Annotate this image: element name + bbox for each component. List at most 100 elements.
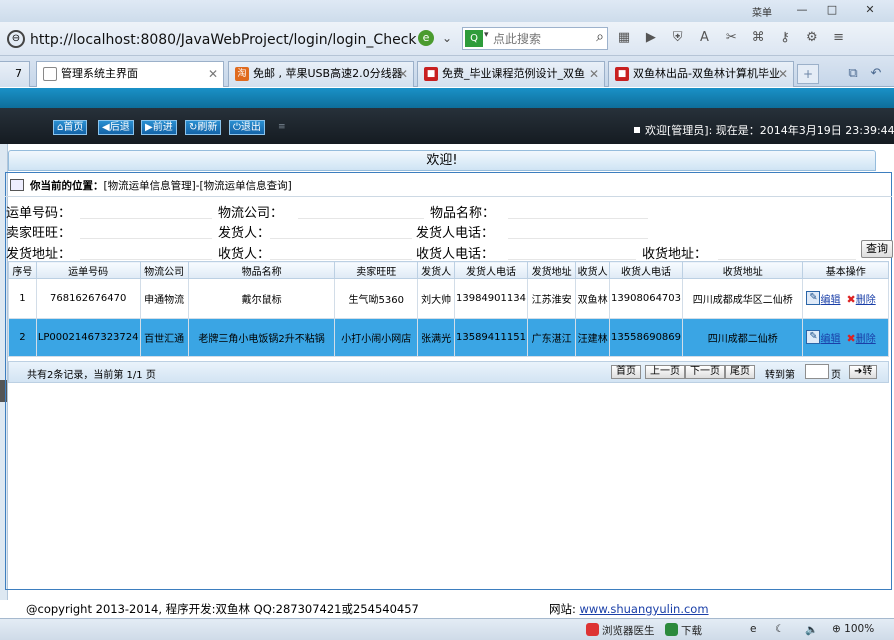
shield-icon[interactable]: ⛨	[668, 28, 688, 48]
menu-label[interactable]: 菜单	[752, 4, 772, 19]
cell-sender: 刘大帅	[417, 278, 455, 319]
close-tab-icon[interactable]: ✕	[589, 62, 599, 86]
home-button[interactable]: ⌂首页	[53, 120, 88, 135]
edit-icon[interactable]: ✎	[806, 291, 821, 305]
speaker-icon[interactable]: 🔈	[805, 623, 818, 636]
url-field[interactable]: http://localhost:8080/JavaWebProject/log…	[30, 29, 455, 51]
apps-icon[interactable]: ▦	[614, 28, 634, 48]
welcome-tab[interactable]: 欢迎!	[8, 150, 876, 171]
forward-button[interactable]: ▶前进	[141, 120, 177, 135]
back-button[interactable]: ◀后退	[98, 120, 134, 135]
doctor-icon	[586, 623, 599, 636]
url-dropdown-icon[interactable]: ⌄	[438, 28, 456, 48]
tab-label: 免费_毕业课程范例设计_双鱼	[442, 67, 585, 80]
tab-0[interactable]: 7	[0, 61, 30, 87]
security-icon: ⊖	[7, 30, 25, 48]
moon-icon[interactable]: ☾	[775, 623, 784, 635]
delete-icon[interactable]: ✖	[846, 332, 855, 345]
receiver-phone-input[interactable]	[508, 244, 636, 260]
media-icon[interactable]: ▶	[641, 28, 661, 48]
site-link[interactable]: www.shuangyulin.com	[580, 602, 709, 616]
col-header[interactable]: 收货人电话	[609, 261, 684, 279]
delete-link[interactable]: 删除	[856, 295, 876, 306]
col-header[interactable]: 发货人电话	[453, 261, 528, 279]
next-page-button[interactable]: 下一页	[685, 365, 725, 379]
key-icon[interactable]: ⚷	[775, 28, 795, 48]
maximize-icon[interactable]: □	[820, 2, 844, 18]
col-header[interactable]: 收货人	[575, 261, 611, 279]
company-label: 物流公司：	[218, 206, 284, 221]
waybill-input[interactable]	[80, 203, 212, 219]
col-header[interactable]: 发货人	[417, 261, 455, 279]
item-name-input[interactable]	[508, 203, 648, 219]
zoom-control[interactable]: ⊕ 100%	[832, 623, 874, 635]
gamepad-icon[interactable]: ⌘	[748, 28, 768, 48]
tools-icon[interactable]: ⚙	[802, 28, 822, 48]
tab-course[interactable]: ■ 免费_毕业课程范例设计_双鱼 ✕	[417, 61, 605, 87]
seller-input[interactable]	[80, 223, 212, 239]
restore-tab-icon[interactable]: ⧉	[843, 64, 863, 84]
col-header[interactable]: 序号	[8, 261, 37, 279]
close-tab-icon[interactable]: ✕	[398, 62, 408, 86]
translate-icon[interactable]: A	[694, 28, 714, 48]
tab-shuangyulin[interactable]: ■ 双鱼林出品-双鱼林计算机毕业 ✕	[608, 61, 794, 87]
col-header[interactable]: 运单号码	[35, 261, 141, 279]
waybill-label: 运单号码：	[6, 206, 72, 221]
col-header[interactable]: 物流公司	[139, 261, 189, 279]
tab-label: 免邮 , 苹果USB高速2.0分线器	[253, 67, 403, 80]
delete-link[interactable]: 删除	[856, 334, 876, 345]
col-header[interactable]: 卖家旺旺	[334, 261, 419, 279]
sender-phone-input[interactable]	[508, 223, 648, 239]
cell-receiver: 汪建林	[575, 318, 611, 357]
query-button[interactable]: 查询	[861, 240, 893, 258]
menu-icon[interactable]: ≡	[829, 28, 849, 48]
cell-sender-phone: 13984901134	[453, 278, 528, 319]
cell-waybill: LP00021467323724	[35, 318, 141, 357]
divider	[5, 196, 892, 197]
cell-sender: 张满光	[417, 318, 455, 357]
sender-input[interactable]	[270, 223, 412, 239]
edit-link[interactable]: 编辑	[820, 295, 840, 306]
tab-usb[interactable]: 淘 免邮 , 苹果USB高速2.0分线器 ✕	[228, 61, 414, 87]
edit-icon[interactable]: ✎	[806, 330, 821, 344]
ie-mode-icon[interactable]: e	[418, 30, 434, 46]
download-item[interactable]: 下载	[665, 623, 702, 638]
refresh-button[interactable]: ↻刷新	[185, 120, 222, 135]
undo-tab-icon[interactable]: ↶	[866, 64, 886, 84]
edit-link[interactable]: 编辑	[820, 334, 840, 345]
search-input[interactable]	[493, 30, 583, 47]
tab-main[interactable]: 管理系统主界面 ✕	[36, 61, 224, 87]
receiver-label: 收货人：	[218, 247, 271, 262]
last-page-button[interactable]: 尾页	[725, 365, 755, 379]
welcome-text: 欢迎[管理员]: 现在是：2014年3月19日 23:39:44	[645, 124, 894, 137]
logout-button[interactable]: ⏻退出	[229, 120, 265, 135]
screenshot-icon[interactable]: ✂	[721, 28, 741, 48]
close-window-icon[interactable]: ✕	[850, 2, 890, 18]
minimize-icon[interactable]: —	[790, 2, 814, 18]
search-icon[interactable]: ⌕	[596, 29, 604, 45]
browser-doctor[interactable]: 浏览器医生	[586, 623, 655, 638]
go-button[interactable]: ➜转	[849, 365, 878, 379]
welcome-status: 欢迎[管理员]: 现在是：2014年3月19日 23:39:44	[634, 122, 894, 138]
table-row[interactable]: 2 LP00021467323724 百世汇通 老牌三角小电饭锅2升不粘锅 小打…	[8, 318, 889, 357]
receiver-input[interactable]	[270, 244, 412, 260]
close-tab-icon[interactable]: ✕	[778, 62, 788, 86]
col-header[interactable]: 收货地址	[682, 261, 804, 279]
company-input[interactable]	[298, 203, 424, 219]
new-tab-button[interactable]: +	[797, 64, 819, 84]
recv-addr-input[interactable]	[718, 244, 856, 260]
ie-icon[interactable]: e	[750, 623, 756, 635]
first-page-button[interactable]: 首页	[611, 365, 641, 379]
delete-icon[interactable]: ✖	[846, 293, 855, 306]
page-number-input[interactable]	[805, 364, 829, 379]
app-banner	[0, 88, 894, 108]
table-row[interactable]: 1 768162676470 申通物流 戴尔鼠标 生气呦5360 刘大帅 139…	[8, 278, 889, 319]
col-header[interactable]: 物品名称	[187, 261, 336, 279]
close-tab-icon[interactable]: ✕	[208, 62, 218, 86]
send-addr-input[interactable]	[80, 244, 212, 260]
search-box: Q ▾ ⌕	[462, 27, 608, 50]
prev-page-button[interactable]: 上一页	[645, 365, 685, 379]
engine-dropdown-icon[interactable]: ▾	[484, 30, 489, 40]
col-header[interactable]: 发货地址	[526, 261, 577, 279]
search-engine-icon[interactable]: Q	[465, 30, 483, 47]
